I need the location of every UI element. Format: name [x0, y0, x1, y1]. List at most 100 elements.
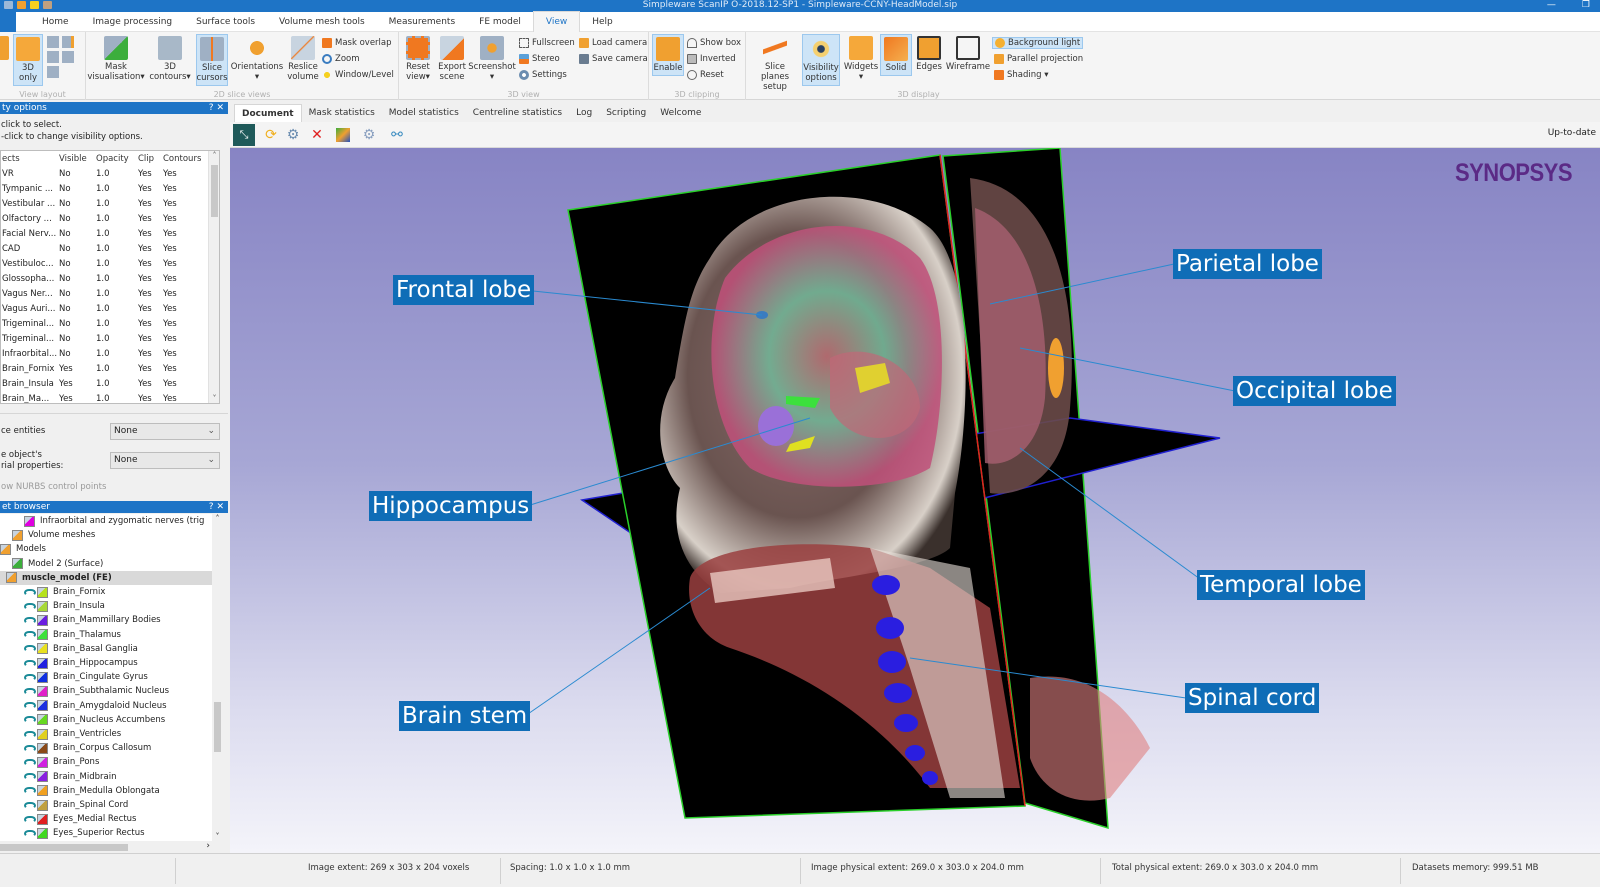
- close-button[interactable]: ✕: [216, 502, 224, 512]
- scroll-down-icon[interactable]: ˅: [212, 832, 223, 841]
- table-cell[interactable]: Yes: [163, 214, 203, 224]
- table-cell[interactable]: 1.0: [96, 199, 138, 209]
- save-camera-button[interactable]: Save camera: [579, 54, 648, 64]
- eye-icon[interactable]: [24, 758, 36, 766]
- 3d-only-button[interactable]: 3D only: [13, 34, 43, 86]
- tab-image-processing[interactable]: Image processing: [81, 12, 185, 32]
- table-cell[interactable]: No: [59, 229, 96, 239]
- parallel-projection-button[interactable]: Parallel projection: [994, 54, 1083, 64]
- tree-item[interactable]: Volume meshes: [0, 528, 212, 542]
- eye-icon[interactable]: [24, 801, 36, 809]
- nurbs-checkbox-label[interactable]: ow NURBS control points: [1, 482, 106, 492]
- tree-item[interactable]: Brain_Hippocampus: [0, 656, 212, 670]
- tab-centreline-statistics[interactable]: Centreline statistics: [466, 104, 569, 122]
- table-cell[interactable]: No: [59, 289, 96, 299]
- eye-icon[interactable]: [24, 602, 36, 610]
- table-cell[interactable]: Yes: [163, 229, 203, 239]
- table-cell[interactable]: Yes: [59, 394, 96, 404]
- screenshot-button[interactable]: Screenshot ▾: [468, 34, 516, 84]
- background-light-button[interactable]: Background light: [992, 37, 1084, 49]
- table-cell[interactable]: No: [59, 304, 96, 314]
- table-row[interactable]: Infraorbital... No 1.0 Yes Yes: [1, 346, 219, 361]
- table-cell[interactable]: 1.0: [96, 229, 138, 239]
- table-cell[interactable]: 1.0: [96, 349, 138, 359]
- tab-fe-model[interactable]: FE model: [467, 12, 533, 32]
- mask-overlap-button[interactable]: Mask overlap: [322, 38, 392, 48]
- tree-item[interactable]: Brain_Mammillary Bodies: [0, 613, 212, 627]
- eye-icon[interactable]: [24, 716, 36, 724]
- table-cell[interactable]: Yes: [138, 199, 163, 209]
- tree-item[interactable]: Brain_Corpus Callosum: [0, 741, 212, 755]
- reslice-volume-button[interactable]: Reslice volume: [286, 34, 320, 84]
- scroll-thumb[interactable]: [0, 844, 128, 851]
- col-opacity[interactable]: Opacity: [96, 154, 138, 164]
- table-cell[interactable]: No: [59, 214, 96, 224]
- table-row[interactable]: Olfactory ... No 1.0 Yes Yes: [1, 211, 219, 226]
- mask-icon[interactable]: [336, 128, 350, 142]
- eye-icon[interactable]: [24, 730, 36, 738]
- scroll-right-icon[interactable]: ›: [206, 841, 210, 851]
- tab-view[interactable]: View: [532, 11, 581, 32]
- eye-icon[interactable]: [24, 787, 36, 795]
- mesh-icon[interactable]: ⚙: [360, 126, 378, 144]
- visibility-options-button[interactable]: Visibility options: [802, 34, 840, 86]
- table-cell[interactable]: 1.0: [96, 364, 138, 374]
- table-cell[interactable]: Yes: [163, 259, 203, 269]
- help-button[interactable]: ?: [209, 502, 214, 512]
- scroll-up-icon[interactable]: ˄: [209, 151, 219, 160]
- wireframe-button[interactable]: Wireframe: [946, 34, 990, 74]
- table-cell[interactable]: No: [59, 244, 96, 254]
- table-cell[interactable]: Yes: [163, 334, 203, 344]
- gear-icon[interactable]: ⚙: [284, 126, 302, 144]
- table-cell[interactable]: Yes: [163, 319, 203, 329]
- refresh-icon[interactable]: ⟳: [262, 126, 280, 144]
- eye-icon[interactable]: [24, 631, 36, 639]
- table-cell[interactable]: Yes: [138, 184, 163, 194]
- eye-icon[interactable]: [24, 659, 36, 667]
- table-cell[interactable]: Yes: [163, 394, 203, 404]
- tree-item[interactable]: muscle_model (FE): [0, 570, 212, 585]
- export-scene-button[interactable]: Export scene: [435, 34, 469, 84]
- enable-clipping-button[interactable]: Enable: [652, 34, 684, 76]
- tree-item[interactable]: Eyes_Superior Rectus: [0, 826, 212, 840]
- table-row[interactable]: Tympanic ... No 1.0 Yes Yes: [1, 181, 219, 196]
- scroll-down-icon[interactable]: ˅: [209, 394, 219, 403]
- table-cell[interactable]: Yes: [138, 304, 163, 314]
- scroll-up-icon[interactable]: ˄: [212, 514, 223, 523]
- file-menu-button[interactable]: [0, 11, 16, 32]
- tree-item[interactable]: Brain_Pons: [0, 755, 212, 769]
- eye-icon[interactable]: [24, 773, 36, 781]
- table-row[interactable]: Trigeminal... No 1.0 Yes Yes: [1, 331, 219, 346]
- eye-icon[interactable]: [24, 687, 36, 695]
- table-scrollbar[interactable]: ˄ ˅: [208, 151, 219, 403]
- layout-icon[interactable]: [62, 36, 74, 48]
- collapse-icon[interactable]: ⤡: [233, 124, 255, 146]
- table-row[interactable]: Brain_Fornix Yes 1.0 Yes Yes: [1, 361, 219, 376]
- reset-clipping-button[interactable]: Reset: [687, 70, 724, 80]
- table-cell[interactable]: Yes: [163, 349, 203, 359]
- edges-button[interactable]: Edges: [914, 34, 944, 74]
- table-cell[interactable]: 1.0: [96, 214, 138, 224]
- table-cell[interactable]: Yes: [138, 214, 163, 224]
- table-cell[interactable]: No: [59, 184, 96, 194]
- layout-icon[interactable]: [47, 66, 59, 78]
- table-cell[interactable]: 1.0: [96, 319, 138, 329]
- tree-item[interactable]: Brain_Fornix: [0, 585, 212, 599]
- table-row[interactable]: Trigeminal... No 1.0 Yes Yes: [1, 316, 219, 331]
- table-row[interactable]: Facial Nerv... No 1.0 Yes Yes: [1, 226, 219, 241]
- table-cell[interactable]: No: [59, 274, 96, 284]
- mask-visualisation-button[interactable]: Mask visualisation▾: [87, 34, 145, 84]
- window-level-button[interactable]: Window/Level: [322, 70, 394, 80]
- table-cell[interactable]: Yes: [138, 244, 163, 254]
- table-row[interactable]: CAD No 1.0 Yes Yes: [1, 241, 219, 256]
- solid-button[interactable]: Solid: [880, 34, 912, 76]
- undo-icon[interactable]: [30, 1, 39, 9]
- table-cell[interactable]: Yes: [163, 289, 203, 299]
- close-button[interactable]: ✕: [216, 103, 224, 113]
- table-cell[interactable]: 1.0: [96, 334, 138, 344]
- tree-item[interactable]: Brain_Spinal Cord: [0, 798, 212, 812]
- restore-button[interactable]: ❐: [1582, 0, 1590, 11]
- table-cell[interactable]: Yes: [138, 319, 163, 329]
- tree-item[interactable]: Eyes_Medial Rectus: [0, 812, 212, 826]
- tree-item[interactable]: Brain_Medulla Oblongata: [0, 784, 212, 798]
